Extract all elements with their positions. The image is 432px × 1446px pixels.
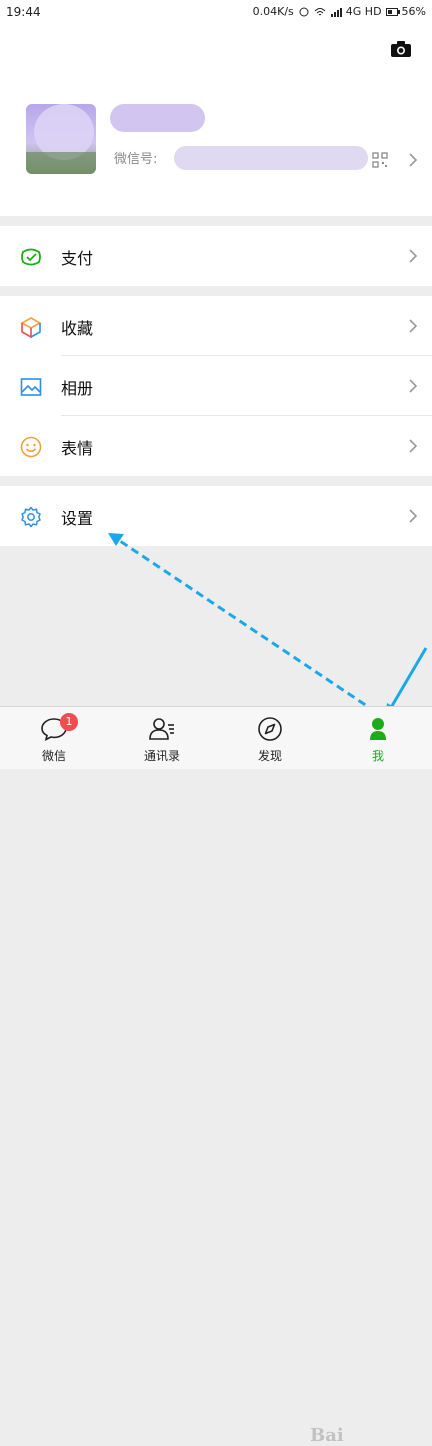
- chevron-right-icon: [409, 379, 418, 393]
- menu-item-album[interactable]: 相册: [0, 356, 432, 416]
- tab-discover[interactable]: 发现: [216, 707, 324, 769]
- camera-icon[interactable]: [390, 40, 412, 58]
- compass-icon: [258, 717, 282, 741]
- network-type: 4G HD: [345, 5, 382, 18]
- tab-contacts[interactable]: 通讯录: [108, 707, 216, 769]
- tab-label-contacts: 通讯录: [143, 749, 180, 763]
- battery-icon: [385, 7, 400, 16]
- solid-arrow-line: [387, 647, 428, 712]
- wallet-icon: [21, 248, 41, 266]
- person-icon: [370, 718, 386, 740]
- album-picture-icon: [20, 378, 42, 396]
- dashed-arrow-line: [113, 535, 377, 714]
- status-bar: 19:44 0.04K/s 4G HD 56%: [0, 0, 432, 24]
- wifi-icon: [314, 7, 326, 15]
- menu-section-content: 收藏 相册 表情: [0, 296, 432, 476]
- signal-icon: [330, 7, 342, 17]
- tab-label-me: 我: [371, 749, 384, 763]
- menu-section-pay: 支付: [0, 226, 432, 286]
- menu-item-pay[interactable]: 支付: [0, 226, 432, 286]
- chevron-right-icon: [409, 249, 418, 263]
- menu-label-stickers: 表情: [61, 439, 94, 458]
- qr-code-icon[interactable]: [372, 152, 388, 168]
- status-right: 0.04K/s 4G HD 56%: [253, 5, 426, 18]
- menu-item-favorites[interactable]: 收藏: [0, 296, 432, 356]
- nickname-redacted: [110, 104, 205, 132]
- contacts-icon: [149, 718, 174, 740]
- alarm-icon: [299, 7, 309, 16]
- gear-icon: [21, 506, 41, 528]
- avatar[interactable]: [26, 104, 96, 174]
- menu-section-settings: 设置: [0, 486, 432, 546]
- tab-label-chats: 微信: [41, 749, 66, 763]
- chevron-right-icon: [409, 439, 418, 453]
- wechat-id-label: 微信号:: [114, 152, 158, 167]
- tab-label-discover: 发现: [257, 749, 282, 763]
- wechat-id-redacted: [174, 146, 368, 170]
- menu-label-pay: 支付: [61, 249, 94, 268]
- chevron-right-icon: [409, 509, 418, 523]
- menu-item-stickers[interactable]: 表情: [0, 416, 432, 476]
- chevron-right-icon: [409, 319, 418, 333]
- smiley-icon: [20, 436, 42, 458]
- profile-header[interactable]: 微信号:: [0, 24, 432, 216]
- status-time: 19:44: [6, 5, 41, 19]
- battery-fill: [387, 9, 393, 14]
- favorites-cube-icon: [20, 317, 42, 338]
- chevron-right-icon: [409, 153, 418, 167]
- network-speed: 0.04K/s: [252, 5, 294, 18]
- tab-chats[interactable]: 1 微信: [0, 707, 108, 769]
- battery-percent: 56%: [401, 5, 426, 18]
- menu-label-settings: 设置: [61, 509, 94, 528]
- menu-label-favorites: 收藏: [61, 319, 94, 338]
- bottom-tab-bar: 1 微信 通讯录 发现 我 Bai: [0, 706, 432, 1446]
- menu-label-album: 相册: [61, 379, 94, 398]
- tab-me[interactable]: 我: [324, 707, 432, 769]
- unread-badge: 1: [60, 713, 78, 731]
- baidu-watermark: Bai: [310, 1425, 344, 1446]
- menu-item-settings[interactable]: 设置: [0, 486, 432, 546]
